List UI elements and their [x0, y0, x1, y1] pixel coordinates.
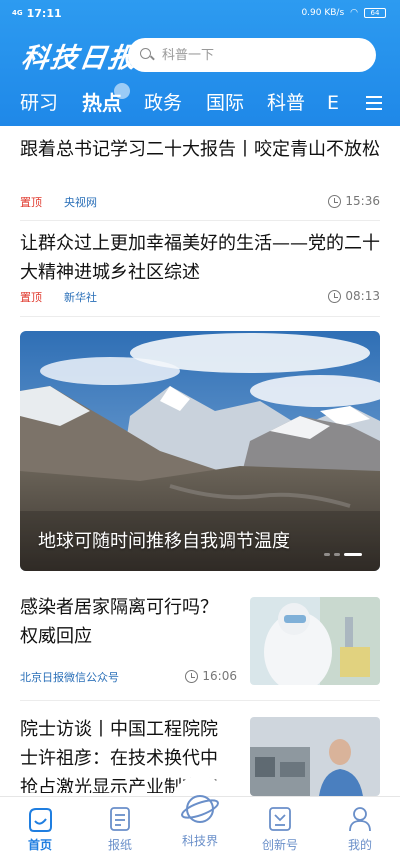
- news-title: 让群众过上更加幸福美好的生活——党的二十大精神进城乡社区综述: [20, 233, 380, 283]
- innovation-icon: [267, 805, 293, 833]
- nav-label: 首页: [27, 838, 52, 852]
- status-time: 17:11: [26, 7, 62, 20]
- news-item[interactable]: 让群众过上更加幸福美好的生活——党的二十大精神进城乡社区综述: [20, 229, 380, 287]
- network-speed: 0.90 KB/s: [301, 8, 345, 18]
- news-title[interactable]: 感染者居家隔离可行吗？权威回应: [20, 593, 235, 651]
- news-source: 新华社: [64, 291, 97, 304]
- news-thumbnail[interactable]: [250, 717, 380, 796]
- tab-science[interactable]: 科普: [267, 88, 305, 118]
- news-meta: 置顶 新华社 08:13: [20, 289, 380, 305]
- news-time: 15:36: [328, 194, 380, 208]
- news-time: 16:06: [185, 669, 237, 683]
- nav-tech-world[interactable]: 科技界: [170, 789, 230, 849]
- bottom-nav: 首页 报纸 科技界 创新号 我的: [0, 795, 400, 866]
- clock-icon: [185, 669, 199, 683]
- battery-icon: 64: [364, 8, 386, 18]
- hero-caption: 地球可随时间推移自我调节温度: [38, 531, 290, 552]
- pinned-badge: 置顶: [20, 196, 42, 209]
- divider: [20, 220, 380, 221]
- clock-icon: [328, 289, 342, 303]
- search-bar[interactable]: [128, 38, 376, 72]
- app-header: 4G 17:11 0.90 KB/s ◠ 64 科技日报 研习 热点 政务 国际…: [0, 0, 400, 126]
- nav-home[interactable]: 首页: [10, 805, 70, 853]
- carousel-dot-active: [344, 553, 362, 556]
- news-time-text: 16:06: [202, 669, 237, 683]
- lab-portrait-image: [250, 717, 380, 796]
- tab-government[interactable]: 政务: [144, 88, 182, 118]
- news-time-text: 08:13: [345, 289, 380, 303]
- hero-banner[interactable]: 地球可随时间推移自我调节温度: [20, 331, 380, 571]
- status-bar: 4G 17:11 0.90 KB/s ◠ 64: [0, 0, 400, 30]
- tab-hot[interactable]: 热点: [82, 88, 122, 118]
- category-tabs: 研习 热点 政务 国际 科普 E: [0, 88, 400, 122]
- divider: [20, 316, 380, 317]
- news-title: 跟着总书记学习二十大报告丨咬定青山不放松: [20, 139, 380, 160]
- nav-label: 我的: [347, 838, 372, 852]
- nav-label: 科技界: [181, 834, 218, 848]
- status-left: 4G 17:11: [12, 7, 62, 20]
- search-icon: [140, 48, 154, 62]
- divider: [20, 700, 380, 701]
- news-item[interactable]: 跟着总书记学习二十大报告丨咬定青山不放松: [20, 135, 380, 164]
- home-icon: [27, 805, 53, 833]
- tab-study[interactable]: 研习: [20, 88, 58, 118]
- tab-e[interactable]: E: [327, 88, 339, 118]
- carousel-indicator: [324, 553, 362, 556]
- news-time: 08:13: [328, 289, 380, 303]
- carousel-dot: [324, 553, 330, 556]
- news-source: 北京日报微信公众号: [20, 671, 119, 684]
- nav-innovation[interactable]: 创新号: [250, 805, 310, 853]
- news-meta: 北京日报微信公众号 16:06: [20, 669, 380, 685]
- nav-newspaper[interactable]: 报纸: [90, 805, 150, 853]
- carousel-dot: [334, 553, 340, 556]
- search-input[interactable]: [162, 47, 352, 63]
- tab-international[interactable]: 国际: [206, 88, 244, 118]
- pinned-badge: 置顶: [20, 291, 42, 304]
- wifi-icon: ◠: [350, 8, 358, 18]
- app-logo: 科技日报: [19, 43, 140, 74]
- nav-label: 报纸: [107, 838, 132, 852]
- nav-profile[interactable]: 我的: [330, 805, 390, 853]
- network-label: 4G: [12, 9, 23, 17]
- news-meta: 置顶 央视网 15:36: [20, 194, 380, 210]
- news-source: 央视网: [64, 196, 97, 209]
- clock-icon: [328, 194, 342, 208]
- planet-icon: [180, 789, 220, 829]
- profile-icon: [347, 805, 373, 833]
- news-time-text: 15:36: [345, 194, 380, 208]
- nav-label: 创新号: [261, 838, 298, 852]
- menu-icon[interactable]: [366, 96, 382, 110]
- status-right: 0.90 KB/s ◠ 64: [301, 8, 386, 18]
- newspaper-icon: [107, 805, 133, 833]
